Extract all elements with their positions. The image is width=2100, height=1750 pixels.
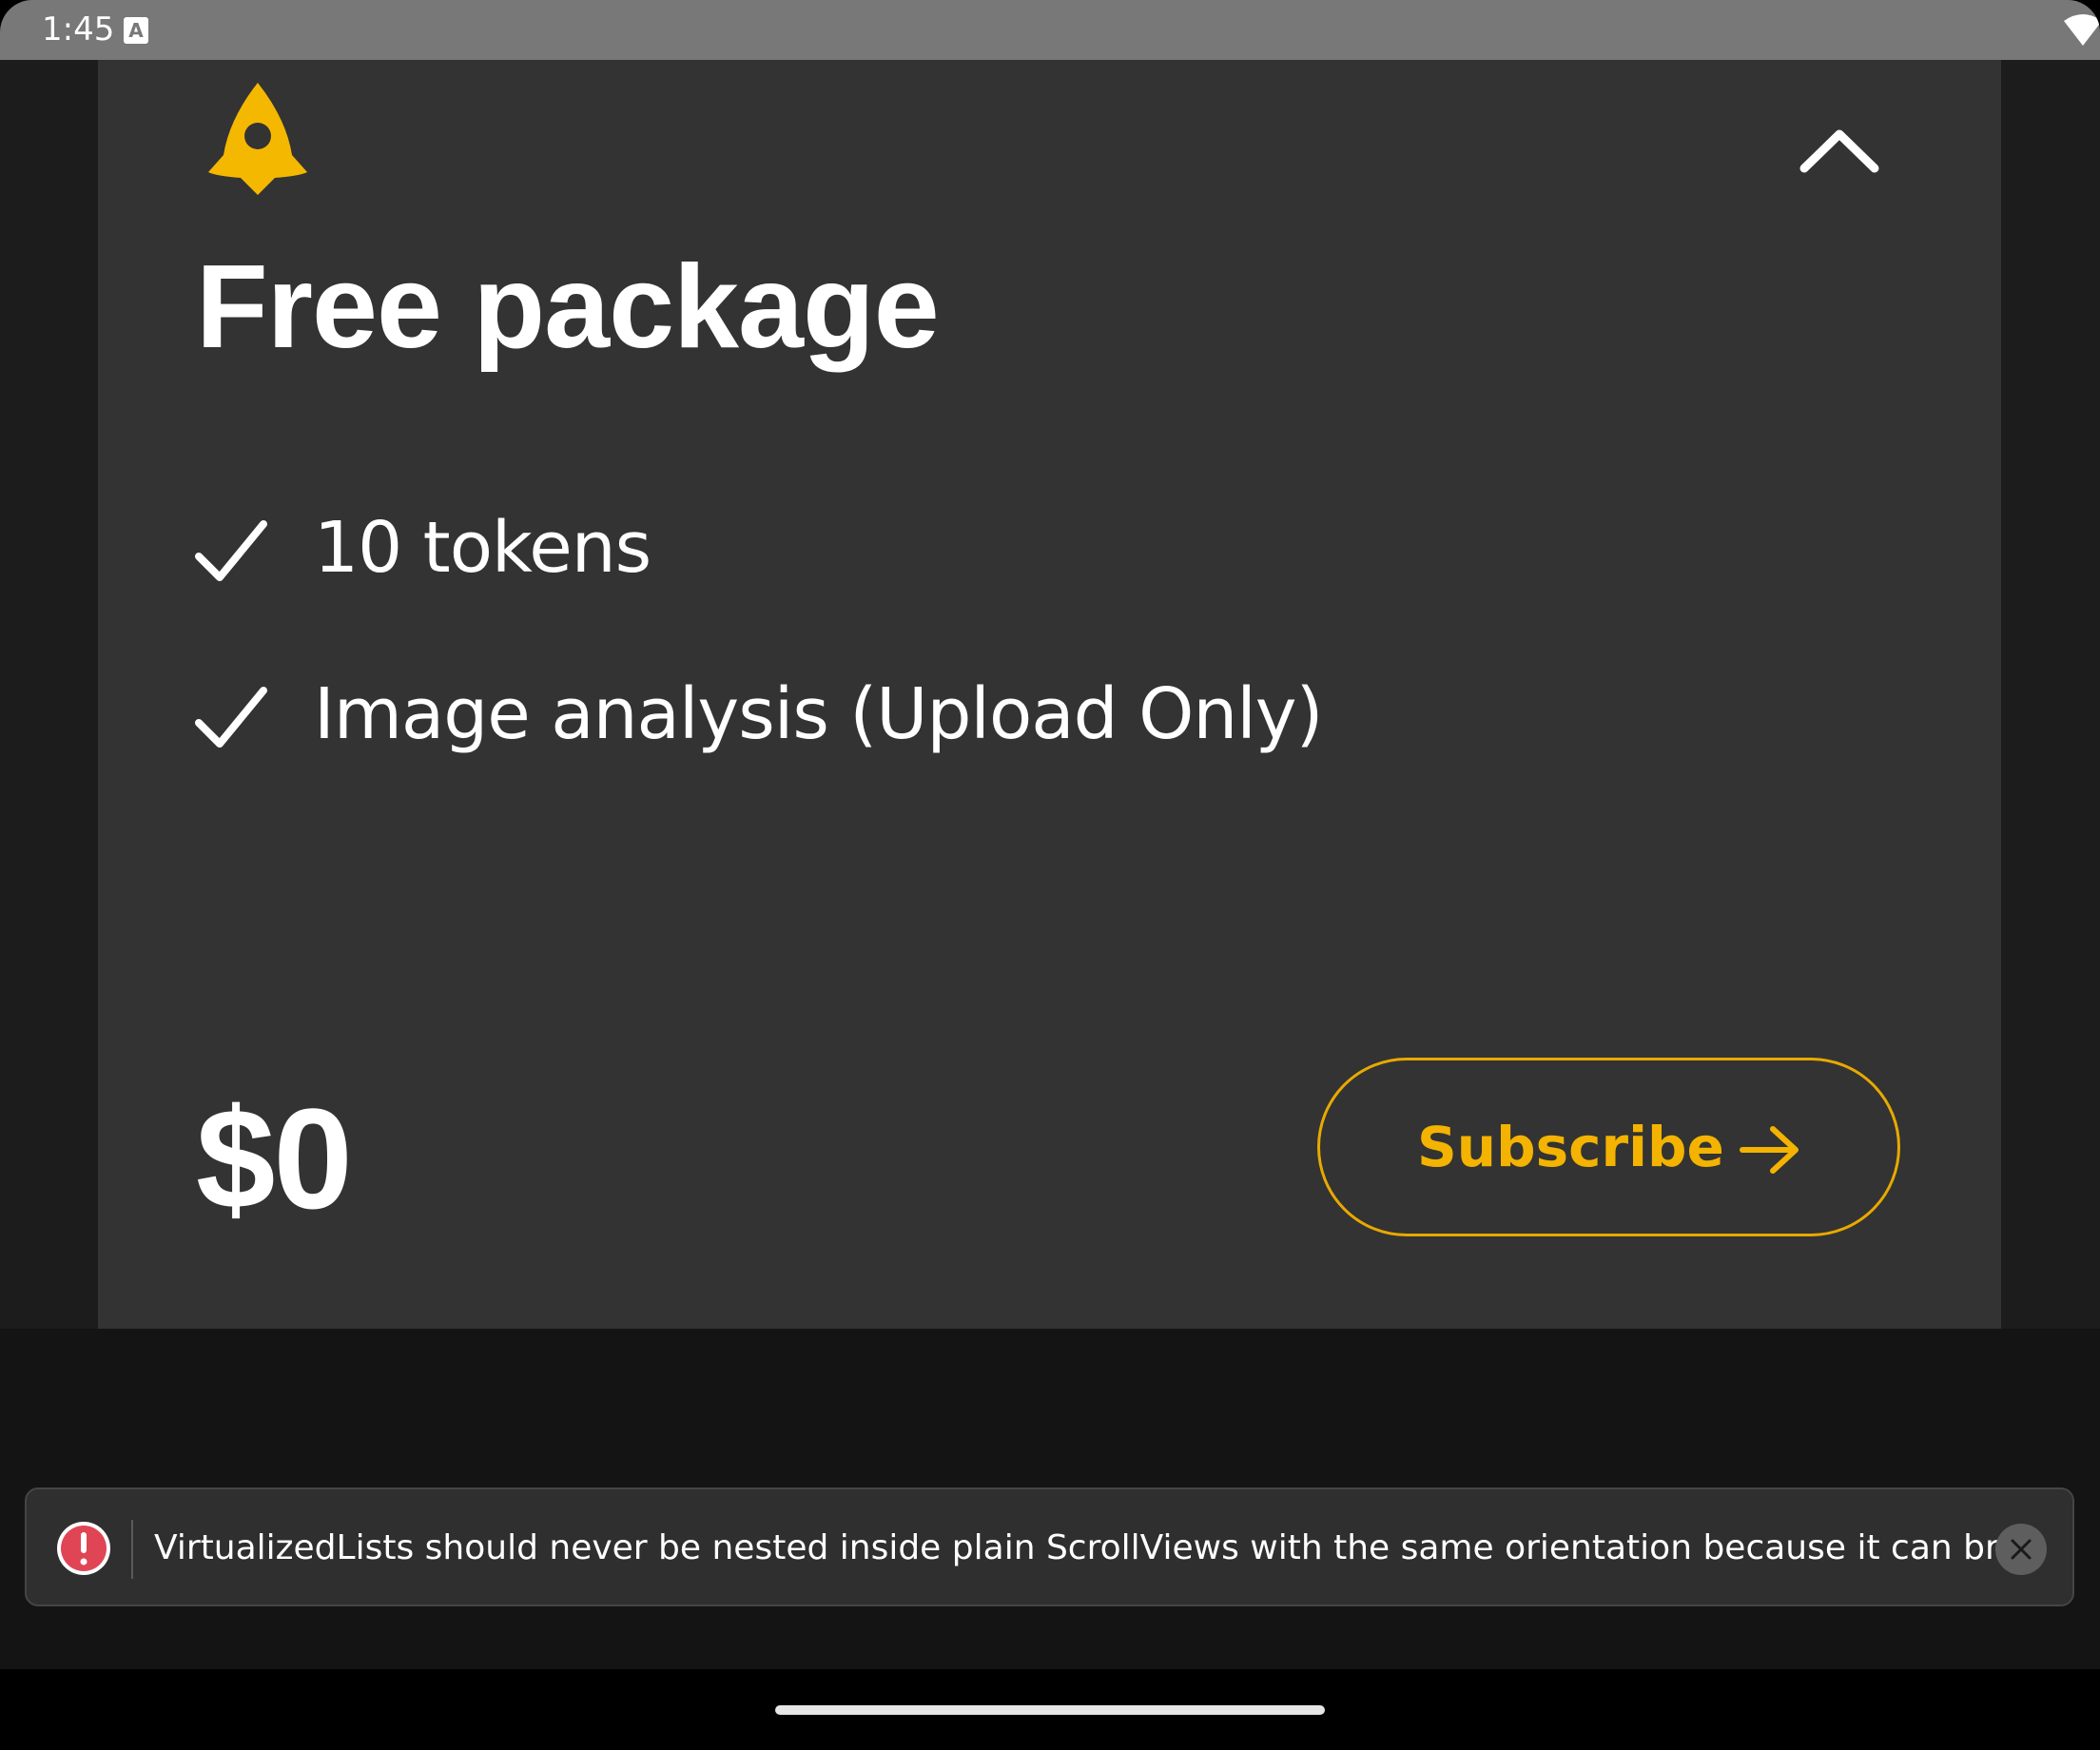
error-icon xyxy=(57,1522,110,1575)
feature-label: 10 tokens xyxy=(314,507,651,589)
package-price: $0 xyxy=(196,1079,353,1238)
status-bar: 1:45 A xyxy=(0,0,2100,60)
warning-message: VirtualizedLists should never be nested … xyxy=(154,1528,1999,1567)
a-icon: A xyxy=(124,17,148,44)
chevron-up-icon[interactable] xyxy=(1787,107,1892,184)
a-icon-letter: A xyxy=(128,19,144,42)
wifi-icon xyxy=(2064,14,2100,46)
package-title: Free package xyxy=(196,242,940,373)
rocket-icon xyxy=(208,83,307,195)
dismiss-button[interactable] xyxy=(1995,1524,2047,1575)
arrow-right-icon xyxy=(1740,1126,1799,1174)
home-handle[interactable] xyxy=(775,1705,1325,1715)
feature-label: Image analysis (Upload Only) xyxy=(314,673,1323,755)
package-card: Free package 10 tokens Image analysis (U… xyxy=(98,60,2001,1329)
subscribe-label: Subscribe xyxy=(1417,1115,1724,1179)
check-icon xyxy=(195,687,267,748)
navigation-bar xyxy=(0,1669,2100,1750)
subscribe-button[interactable]: Subscribe xyxy=(1317,1058,1900,1236)
device-screen: 1:45 A Free package 10 tokens Image anal… xyxy=(0,0,2100,1750)
check-icon xyxy=(195,520,267,581)
close-icon xyxy=(2011,1539,2032,1560)
status-time: 1:45 xyxy=(42,10,115,49)
warning-toast[interactable]: VirtualizedLists should never be nested … xyxy=(25,1488,2074,1606)
warning-divider xyxy=(131,1520,133,1579)
